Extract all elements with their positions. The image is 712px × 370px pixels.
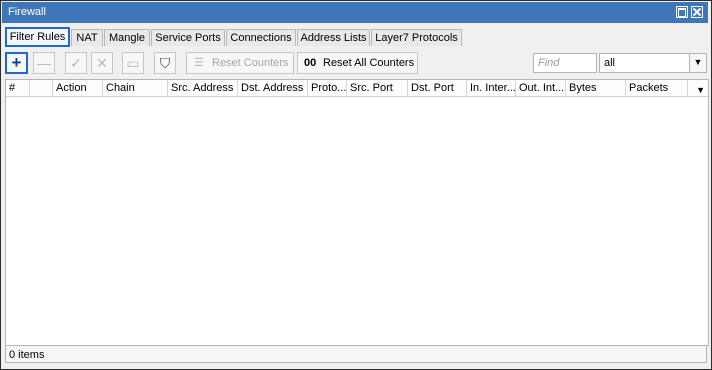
maximize-icon[interactable] (676, 6, 688, 18)
toolbar: + — ✓ ✕ ▭ ⛉ ☰ Reset Counters 00 Reset Al… (5, 52, 707, 76)
close-icon[interactable] (691, 6, 703, 18)
reset-counters-button[interactable]: ☰ Reset Counters (186, 52, 294, 74)
chevron-down-icon: ▼ (696, 85, 705, 95)
status-bar: 0 items (5, 345, 707, 363)
window-title: Firewall (8, 6, 46, 18)
firewall-window: Firewall Filter Rules NAT Mangle Service… (0, 0, 712, 370)
checkmark-icon: ✓ (70, 55, 82, 71)
tab-layer7-protocols[interactable]: Layer7 Protocols (371, 29, 462, 46)
reset-counters-label: Reset Counters (212, 57, 289, 69)
find-input[interactable]: Find (533, 53, 597, 73)
tab-service-ports[interactable]: Service Ports (151, 29, 225, 46)
remove-button[interactable]: — (33, 52, 55, 74)
items-count: 0 items (9, 349, 45, 361)
add-button[interactable]: + (5, 52, 28, 74)
reset-all-counters-icon: 00 (304, 57, 317, 69)
disable-button[interactable]: ✕ (91, 52, 113, 74)
title-bar[interactable]: Firewall (2, 2, 708, 23)
column-header[interactable]: Chain (103, 80, 168, 96)
tab-address-lists[interactable]: Address Lists (297, 29, 370, 46)
column-header[interactable]: Bytes (566, 80, 626, 96)
column-menu-button[interactable]: ▼ (688, 80, 708, 96)
column-header[interactable] (30, 80, 53, 96)
tab-mangle[interactable]: Mangle (104, 29, 150, 46)
rules-table[interactable]: # Action Chain Src. Address Dst. Address… (5, 79, 709, 346)
comment-button[interactable]: ▭ (122, 52, 144, 74)
enable-button[interactable]: ✓ (65, 52, 87, 74)
table-header: # Action Chain Src. Address Dst. Address… (6, 80, 708, 97)
reset-all-counters-button[interactable]: 00 Reset All Counters (297, 52, 418, 74)
tab-nat[interactable]: NAT (71, 29, 103, 46)
tab-connections[interactable]: Connections (226, 29, 296, 46)
comment-icon: ▭ (126, 55, 140, 71)
filter-select[interactable]: all (599, 53, 691, 73)
reset-counters-icon: ☰ (194, 57, 204, 69)
column-header[interactable]: Out. Int... (516, 80, 566, 96)
column-header[interactable]: Src. Port (347, 80, 408, 96)
dropdown-arrow-icon[interactable]: ▼ (689, 53, 707, 73)
cross-icon: ✕ (96, 55, 108, 71)
column-header[interactable]: Dst. Address (238, 80, 308, 96)
funnel-icon: ⛉ (159, 55, 171, 71)
column-header[interactable]: # (6, 80, 30, 96)
column-header[interactable]: Packets (626, 80, 688, 96)
column-header[interactable]: Action (53, 80, 103, 96)
reset-all-counters-label: Reset All Counters (323, 57, 415, 69)
column-header[interactable]: Dst. Port (408, 80, 467, 96)
column-header[interactable]: In. Inter... (467, 80, 516, 96)
column-header[interactable]: Src. Address (168, 80, 238, 96)
minus-icon: — (37, 55, 51, 71)
tab-filter-rules[interactable]: Filter Rules (5, 27, 70, 47)
filter-button[interactable]: ⛉ (154, 52, 176, 74)
plus-icon: + (11, 53, 22, 72)
column-header[interactable]: Proto... (308, 80, 347, 96)
